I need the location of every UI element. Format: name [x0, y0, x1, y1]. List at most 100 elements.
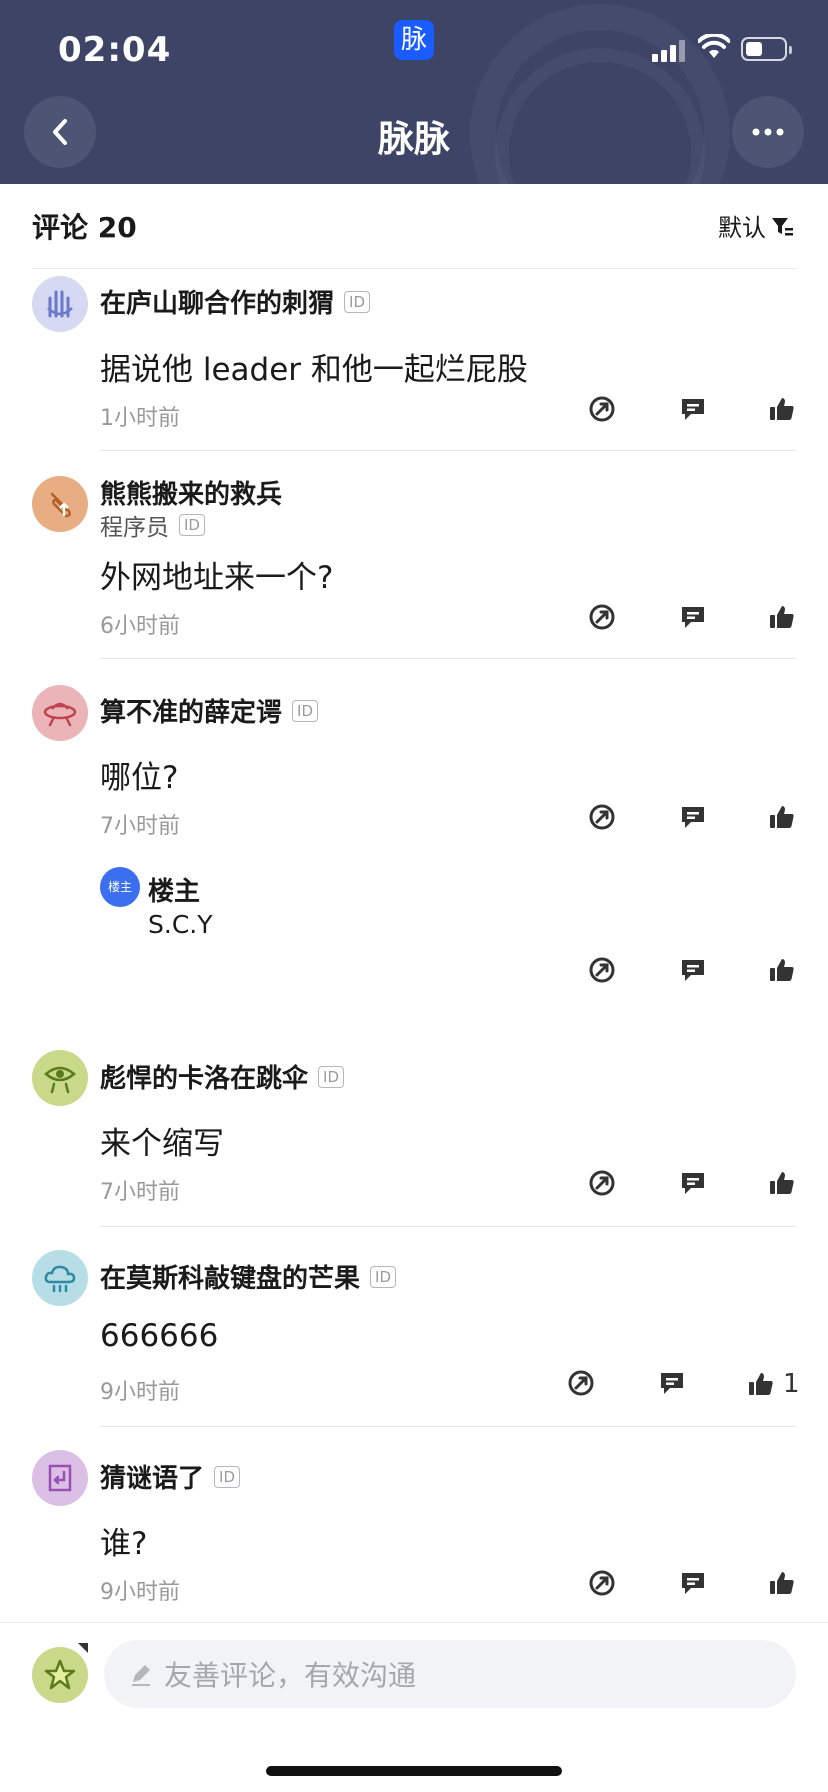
divider: [100, 1426, 796, 1427]
share-icon: [589, 396, 615, 422]
like-button[interactable]: [768, 395, 796, 423]
eye-creature-avatar-icon: [44, 1066, 76, 1094]
comment-actions: [0, 803, 828, 843]
avatar[interactable]: [32, 276, 88, 332]
star-avatar-icon: [44, 1659, 76, 1690]
share-icon: [589, 1170, 615, 1196]
share-button[interactable]: [588, 1569, 616, 1597]
share-icon: [568, 1370, 594, 1396]
author-name: 算不准的薛定谔: [100, 698, 283, 728]
like-button[interactable]: [768, 603, 796, 631]
divider: [100, 1226, 796, 1227]
comment-input[interactable]: 友善评论，有效沟通: [104, 1640, 796, 1708]
reply-button[interactable]: [658, 1369, 686, 1397]
share-button[interactable]: [588, 1169, 616, 1197]
author-job: 程序员 ID: [100, 508, 205, 542]
comment-bubble-icon: [682, 399, 704, 420]
reply-button[interactable]: [679, 395, 707, 423]
reply-button[interactable]: [679, 803, 707, 831]
comment-author[interactable]: 在莫斯科敲键盘的芒果 ID: [100, 1258, 396, 1295]
like-count: 1: [783, 1369, 800, 1399]
id-badge: ID: [344, 290, 370, 313]
comment-text: 哪位?: [100, 760, 179, 796]
avatar[interactable]: [32, 1250, 88, 1306]
comment-bubble-icon: [682, 1573, 704, 1594]
comment-author[interactable]: 猜谜语了 ID: [100, 1458, 240, 1495]
thumbs-up-icon: [770, 959, 794, 981]
ellipsis-icon: [752, 128, 784, 136]
avatar-corner-marker: [78, 1643, 88, 1653]
comment-author[interactable]: 彪悍的卡洛在跳伞 ID: [100, 1058, 344, 1095]
reply-actions: [0, 956, 828, 996]
thumbs-up-icon: [770, 1172, 794, 1194]
avatar[interactable]: [32, 1450, 88, 1506]
comment-bubble-icon: [661, 1373, 683, 1394]
comment-author[interactable]: 算不准的薛定谔 ID: [100, 692, 318, 729]
op-avatar[interactable]: 楼主: [100, 867, 140, 907]
avatar[interactable]: [32, 1050, 88, 1106]
status-time: 02:04: [58, 30, 172, 70]
id-badge: ID: [318, 1065, 344, 1088]
more-button[interactable]: [732, 96, 804, 168]
comment-text: 666666: [100, 1318, 219, 1354]
reply-text: S.C.Y: [148, 910, 213, 939]
comment-actions: [0, 603, 828, 643]
avatar[interactable]: [32, 685, 88, 741]
sort-dropdown[interactable]: 默认: [718, 208, 794, 243]
share-button[interactable]: [588, 395, 616, 423]
divider: [32, 268, 796, 269]
thumbs-up-icon: [770, 606, 794, 628]
comment-author[interactable]: 在庐山聊合作的刺猬 ID: [100, 283, 370, 320]
author-name: 熊熊搬来的救兵: [100, 480, 283, 510]
share-icon: [589, 957, 615, 983]
reply-button[interactable]: [679, 603, 707, 631]
paperclip-avatar-icon: [50, 492, 71, 518]
id-badge: ID: [179, 514, 205, 536]
comment-text: 外网地址来一个?: [100, 560, 334, 596]
puzzle-avatar-icon: [48, 1464, 72, 1492]
thumbs-up-icon: [749, 1373, 773, 1395]
comment-bubble-icon: [682, 960, 704, 981]
filter-sort-icon: [772, 217, 793, 235]
like-button[interactable]: [768, 956, 796, 984]
share-button[interactable]: [588, 803, 616, 831]
like-button[interactable]: [768, 1569, 796, 1597]
reply-button[interactable]: [679, 956, 707, 984]
reply-button[interactable]: [679, 1169, 707, 1197]
comment-text: 来个缩写: [100, 1126, 224, 1162]
comment-actions: [0, 1569, 828, 1609]
reply-button[interactable]: [679, 1569, 707, 1597]
top-header: 02:04 脉 脉脉: [0, 0, 828, 184]
id-badge: ID: [370, 1265, 396, 1288]
share-icon: [589, 804, 615, 830]
id-badge: ID: [214, 1465, 240, 1488]
comment-actions: 1: [0, 1369, 828, 1409]
ufo-avatar-icon: [43, 702, 77, 727]
sort-label: 默认: [718, 214, 766, 242]
battery-icon: [741, 37, 792, 61]
like-button[interactable]: [768, 1169, 796, 1197]
share-button[interactable]: [588, 956, 616, 984]
like-button[interactable]: 1: [747, 1369, 800, 1399]
share-icon: [589, 604, 615, 630]
divider: [100, 658, 796, 659]
pencil-icon: [132, 1665, 150, 1686]
author-name: 猜谜语了: [100, 1464, 205, 1494]
comment-bubble-icon: [682, 1173, 704, 1194]
cellular-signal-icon: [652, 38, 688, 62]
comment-author[interactable]: 熊熊搬来的救兵: [100, 474, 282, 511]
comment-actions: [0, 395, 828, 435]
share-icon: [589, 1570, 615, 1596]
share-button[interactable]: [588, 603, 616, 631]
my-avatar[interactable]: [32, 1647, 88, 1703]
hedgehog-avatar-icon: [47, 290, 73, 318]
author-name: 在莫斯科敲键盘的芒果: [100, 1264, 361, 1294]
comment-text: 谁?: [100, 1526, 148, 1562]
thumbs-up-icon: [770, 1572, 794, 1594]
author-name: 在庐山聊合作的刺猬: [100, 289, 335, 319]
reply-author[interactable]: 楼主: [148, 871, 200, 908]
share-button[interactable]: [567, 1369, 595, 1397]
page-title: 脉脉: [377, 119, 450, 160]
like-button[interactable]: [768, 803, 796, 831]
avatar[interactable]: [32, 476, 88, 532]
